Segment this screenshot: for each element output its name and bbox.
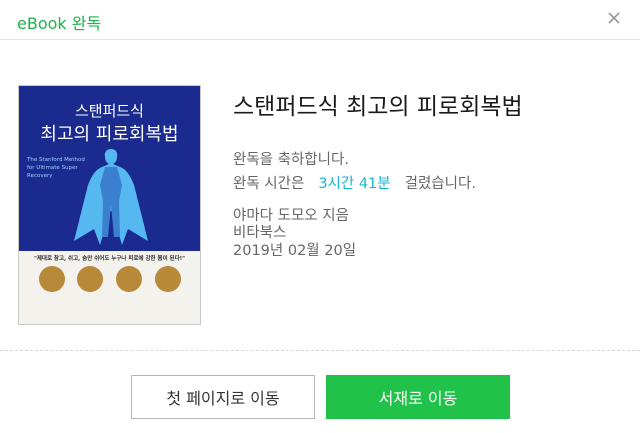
cover-tagline: "제대로 참고, 쉬고, 숨만 쉬어도 누구나 피로에 강한 몸이 된다!" [33, 256, 186, 262]
reading-time-prefix: 완독 시간은 [233, 176, 305, 192]
cover-medal [39, 266, 65, 292]
congrats-text: 완독을 축하합니다. [233, 152, 349, 168]
dialog-header: eBook 완독 [0, 0, 640, 40]
close-button[interactable] [602, 6, 626, 30]
book-date: 2019년 02월 20일 [233, 243, 357, 259]
go-to-bookshelf-button[interactable]: 서재로 이동 [326, 375, 510, 419]
close-icon [608, 12, 620, 24]
cover-medal [155, 266, 181, 292]
footer-divider [0, 350, 640, 351]
reading-time-text: 완독 시간은 3시간 41분 걸렸습니다. [233, 172, 476, 193]
book-cover: 스탠퍼드식 최고의 피로회복법 The Stanford Method for … [18, 85, 201, 325]
book-title: 스탠퍼드식 최고의 피로회복법 [233, 94, 523, 120]
superhero-silhouette-image [74, 149, 148, 245]
cover-title-line1: 스탠퍼드식 [74, 102, 144, 120]
dialog-title: eBook 완독 [17, 14, 102, 33]
cover-medal [116, 266, 142, 292]
go-to-first-page-button[interactable]: 첫 페이지로 이동 [131, 375, 315, 419]
cover-medal [77, 266, 103, 292]
reading-time-suffix: 걸렸습니다. [404, 176, 476, 192]
reading-time-value: 3시간 41분 [318, 176, 391, 192]
